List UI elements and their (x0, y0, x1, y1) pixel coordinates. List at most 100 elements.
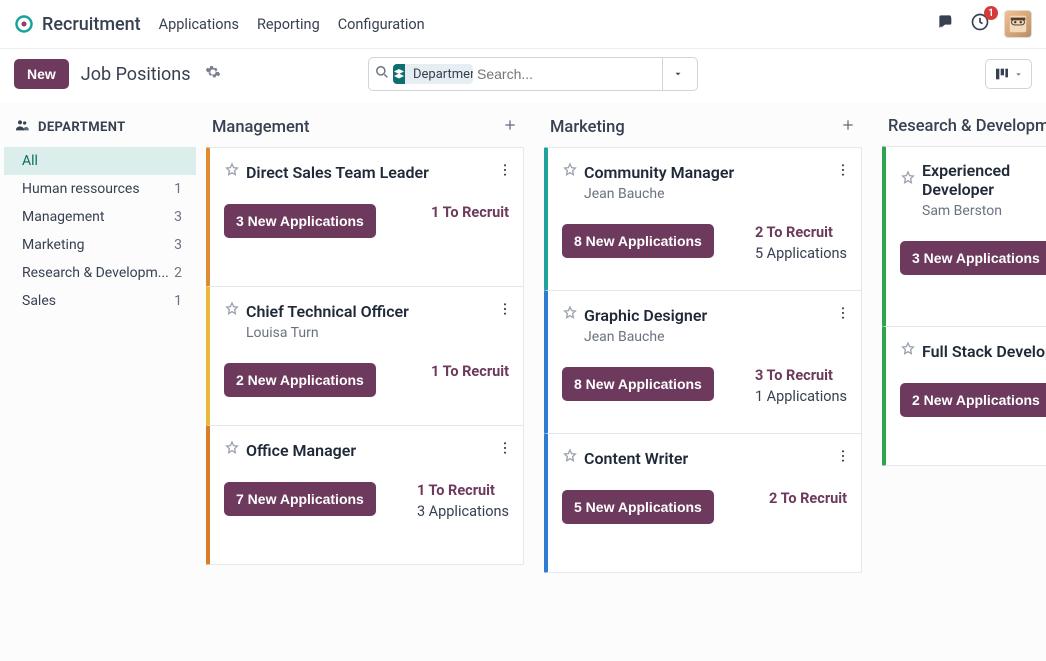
star-icon[interactable] (562, 305, 578, 325)
job-card[interactable]: Experienced Developer Sam Berston 3 New Ap… (882, 146, 1046, 327)
gear-icon[interactable] (205, 64, 221, 84)
card-stats: 3 To Recruit 1 Applications (755, 367, 847, 405)
card-menu-icon[interactable] (835, 162, 851, 182)
column-management: Management Direct Sales Team Leader 3 New … (206, 113, 524, 643)
nav-configuration[interactable]: Configuration (338, 16, 425, 33)
sidebar-item-count: 1 (174, 181, 182, 197)
sidebar: DEPARTMENT All Human ressources 1 Managemen… (0, 103, 200, 661)
top-nav: Recruitment Applications Reporting Confi… (0, 0, 1046, 49)
stat-to-recruit[interactable]: 1 To Recruit (431, 204, 509, 221)
card-stats: 1 To Recruit (431, 363, 509, 380)
sidebar-item-marketing[interactable]: Marketing 3 (4, 231, 196, 259)
new-applications-button[interactable]: 5 New Applications (562, 490, 714, 524)
card-title: Direct Sales Team Leader (246, 163, 429, 182)
column-add-button[interactable] (840, 117, 856, 137)
card-title: Full Stack Developer (922, 342, 1046, 361)
star-icon[interactable] (224, 301, 240, 321)
card-menu-icon[interactable] (835, 305, 851, 325)
star-icon[interactable] (900, 341, 916, 361)
new-applications-button[interactable]: 2 New Applications (900, 383, 1046, 417)
control-bar: New Job Positions Department × (0, 49, 1046, 103)
stat-applications[interactable]: 5 Applications (755, 245, 847, 262)
star-icon[interactable] (900, 170, 916, 190)
card-menu-icon[interactable] (497, 440, 513, 460)
column-title[interactable]: Management (212, 118, 310, 137)
kanban-board: Management Direct Sales Team Leader 3 New … (200, 103, 1046, 661)
card-title: Experienced Developer (922, 161, 1046, 199)
stat-to-recruit[interactable]: 1 To Recruit (431, 363, 509, 380)
job-card[interactable]: Direct Sales Team Leader 3 New Applicatio… (206, 147, 524, 287)
app-title[interactable]: Recruitment (42, 14, 141, 35)
layers-icon (393, 64, 405, 84)
filter-chip-label: Department (405, 65, 473, 84)
job-card[interactable]: Community ManagerJean Bauche8 New Applic… (544, 147, 862, 291)
card-title: Chief Technical Officer (246, 302, 409, 321)
star-icon[interactable] (562, 448, 578, 468)
new-applications-button[interactable]: 8 New Applications (562, 367, 714, 401)
column-add-button[interactable] (502, 117, 518, 137)
card-menu-icon[interactable] (497, 162, 513, 182)
new-applications-button[interactable]: 7 New Applications (224, 482, 376, 516)
search-bar[interactable]: Department × (368, 57, 698, 91)
sidebar-item-label: Human ressources (22, 181, 140, 197)
stat-to-recruit[interactable]: 1 To Recruit (417, 482, 509, 499)
stat-to-recruit[interactable]: 2 To Recruit (769, 490, 847, 507)
nav-applications[interactable]: Applications (159, 16, 239, 33)
search-icon (375, 65, 389, 83)
page-title[interactable]: Job Positions (81, 64, 191, 85)
column-title[interactable]: Marketing (550, 118, 625, 137)
sidebar-item-all[interactable]: All (4, 147, 196, 175)
sidebar-item-count: 3 (174, 237, 182, 253)
card-stats: 1 To Recruit (431, 204, 509, 221)
star-icon[interactable] (224, 162, 240, 182)
new-applications-button[interactable]: 3 New Applications (900, 241, 1046, 275)
card-title: Office Manager (246, 441, 356, 460)
sidebar-item-label: Sales (22, 293, 56, 309)
sidebar-item-human-ressources[interactable]: Human ressources 1 (4, 175, 196, 203)
search-dropdown-toggle[interactable] (662, 58, 693, 90)
card-menu-icon[interactable] (497, 301, 513, 321)
new-applications-button[interactable]: 2 New Applications (224, 363, 376, 397)
new-applications-button[interactable]: 8 New Applications (562, 224, 714, 258)
new-applications-button[interactable]: 3 New Applications (224, 204, 376, 238)
nav-reporting[interactable]: Reporting (257, 16, 320, 33)
card-menu-icon[interactable] (835, 448, 851, 468)
star-icon[interactable] (562, 162, 578, 182)
card-title: Graphic Designer (584, 306, 707, 325)
user-avatar[interactable] (1004, 10, 1032, 38)
star-icon[interactable] (224, 440, 240, 460)
column-title[interactable]: Research & Development (888, 117, 1046, 136)
search-input[interactable] (477, 66, 658, 82)
sidebar-item-label: Marketing (22, 237, 85, 253)
sidebar-item-sales[interactable]: Sales 1 (4, 287, 196, 315)
stat-applications[interactable]: 3 Applications (417, 503, 509, 520)
column-header: Research & Development (882, 113, 1046, 146)
stat-to-recruit[interactable]: 2 To Recruit (755, 224, 847, 241)
job-card[interactable]: Full Stack Developer2 New Applications1 … (882, 326, 1046, 466)
sidebar-title: DEPARTMENT (38, 120, 126, 135)
card-subtitle: Sam Berston (922, 203, 1046, 219)
sidebar-item-research-developm-[interactable]: Research & Developm...2 (4, 259, 196, 287)
filter-chip-department: Department × (393, 64, 473, 84)
job-card[interactable]: Content Writer5 New Applications2 To Rec… (544, 433, 862, 573)
sidebar-item-management[interactable]: Management3 (4, 203, 196, 231)
activities-icon[interactable]: 1 (970, 12, 990, 36)
job-card[interactable]: Chief Technical Officer Louisa Turn 2 New … (206, 286, 524, 426)
sidebar-item-count: 1 (174, 293, 182, 309)
messages-icon[interactable] (936, 12, 956, 36)
app-logo-icon (14, 14, 34, 34)
job-card[interactable]: Office Manager 7 New Applications 1 To Rec… (206, 425, 524, 565)
card-subtitle: Jean Bauche (584, 186, 847, 202)
stat-to-recruit[interactable]: 3 To Recruit (755, 367, 847, 384)
stat-applications[interactable]: 1 Applications (755, 388, 847, 405)
card-stats: 1 To Recruit 3 Applications (417, 482, 509, 520)
new-button[interactable]: New (14, 59, 69, 89)
sidebar-item-label: All (22, 153, 38, 169)
column-marketing: Marketing Community ManagerJean Bauche8 N… (544, 113, 862, 643)
view-switcher[interactable] (985, 59, 1032, 89)
column-header: Marketing (544, 113, 862, 147)
job-card[interactable]: Graphic DesignerJean Bauche8 New Applica… (544, 290, 862, 434)
sidebar-header: DEPARTMENT (4, 117, 196, 147)
users-icon (14, 117, 30, 137)
card-subtitle: Louisa Turn (246, 325, 509, 341)
